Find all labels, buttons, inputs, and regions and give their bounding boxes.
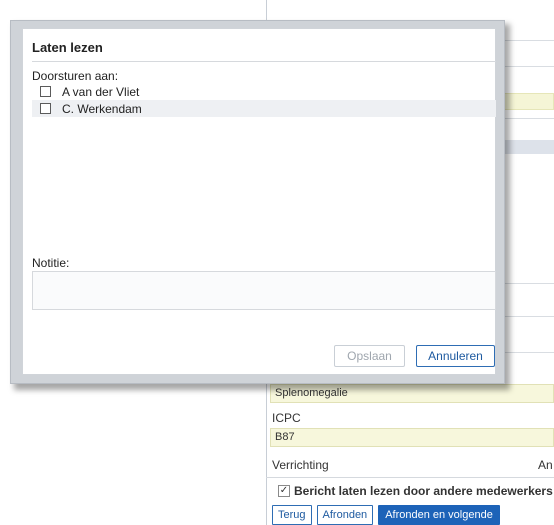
icpc-label: ICPC xyxy=(272,411,301,425)
verrichting-label: Verrichting xyxy=(272,458,329,472)
forward-to-label: Doorsturen aan: xyxy=(32,69,119,83)
recipient-row[interactable]: A van der Vliet xyxy=(32,83,496,100)
check-icon: ✓ xyxy=(279,485,289,496)
recipient-name: A van der Vliet xyxy=(62,84,140,99)
share-checkbox-label: Bericht laten lezen door andere medewerk… xyxy=(294,484,553,498)
form-action-buttons: Terug Afronden Afronden en volgende xyxy=(272,505,500,525)
note-textarea[interactable] xyxy=(32,271,496,310)
back-button[interactable]: Terug xyxy=(272,505,312,525)
read-dialog: Laten lezen Doorsturen aan: A van der Vl… xyxy=(22,28,496,375)
icpc-value: B87 xyxy=(275,431,295,443)
recipient-checkbox[interactable] xyxy=(40,86,51,97)
cancel-button[interactable]: Annuleren xyxy=(416,345,495,367)
finish-next-button[interactable]: Afronden en volgende xyxy=(378,505,500,525)
verrichting-row: Verrichting An xyxy=(266,452,554,478)
icpc-field[interactable]: B87 xyxy=(270,428,554,447)
save-button[interactable]: Opslaan xyxy=(334,345,405,367)
recipient-row[interactable]: C. Werkendam xyxy=(32,100,496,117)
share-checkbox[interactable]: ✓ xyxy=(278,485,290,497)
title-divider xyxy=(32,61,496,62)
verrichting-right-label: An xyxy=(538,458,553,472)
finish-button[interactable]: Afronden xyxy=(316,505,374,525)
dialog-title: Laten lezen xyxy=(32,40,103,55)
recipient-checkbox[interactable] xyxy=(40,103,51,114)
left-edge-fragment xyxy=(0,128,4,138)
recipient-name: C. Werkendam xyxy=(62,101,142,116)
share-checkbox-row[interactable]: ✓ Bericht laten lezen door andere medewe… xyxy=(278,484,553,498)
note-label: Notitie: xyxy=(32,256,70,270)
